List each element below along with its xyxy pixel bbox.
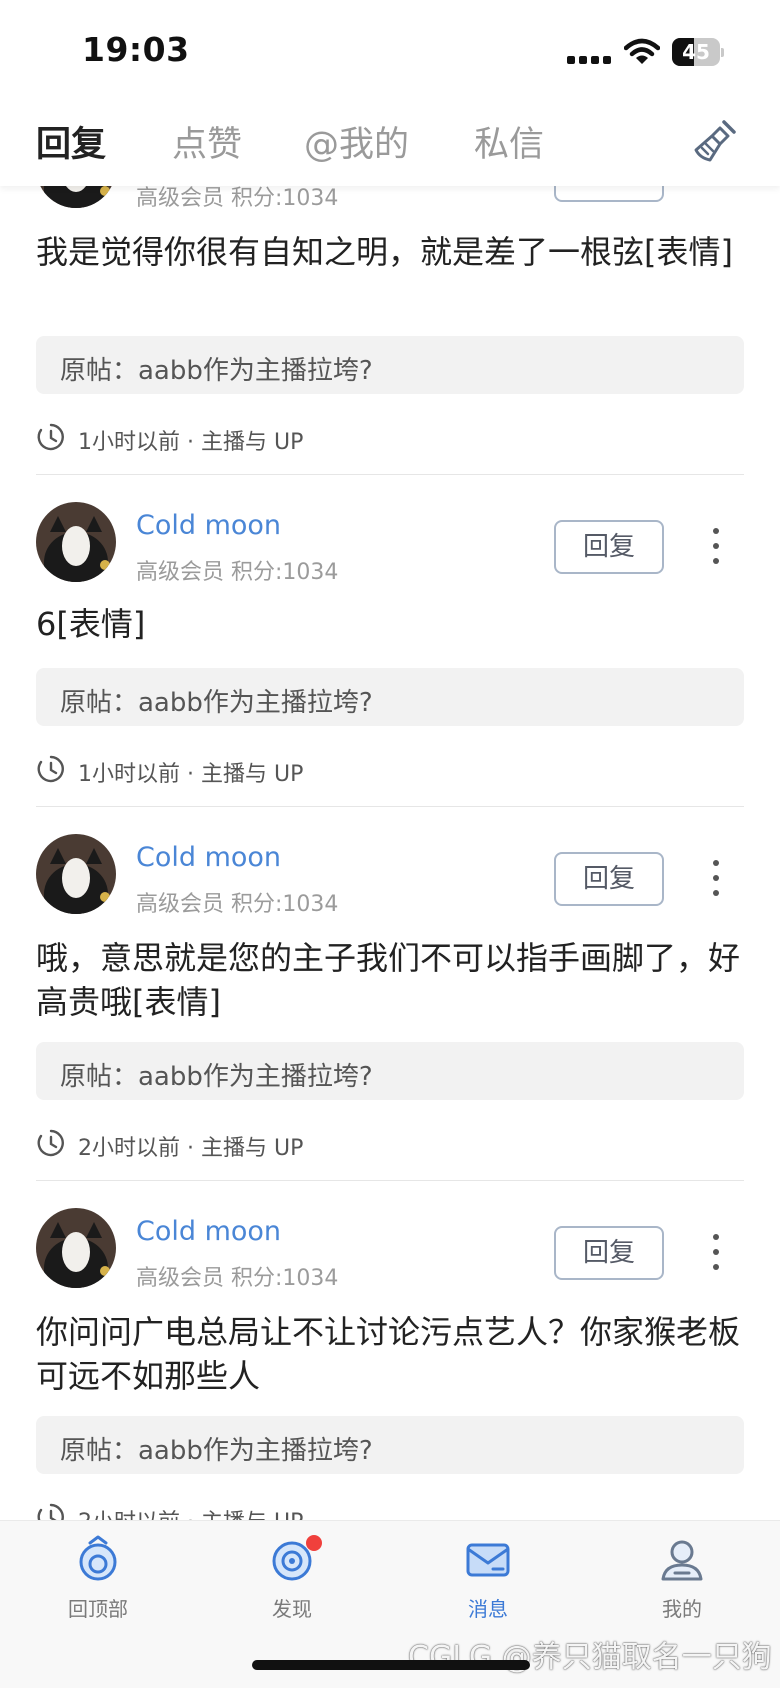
- status-bar: 19:03 45: [0, 0, 780, 100]
- nav-label: 我的: [662, 1597, 702, 1621]
- comment-text: 我是觉得你很有自知之明，就是差了一根弦[表情]: [36, 233, 733, 271]
- member-meta: 高级会员 积分:1034: [136, 560, 339, 585]
- reply-time: 2小时以前 · 主播与 UP: [78, 1504, 303, 1520]
- avatar[interactable]: [36, 834, 116, 914]
- original-post-title: 原帖：aabb作为主播拉垮?: [60, 1062, 373, 1092]
- nav-messages[interactable]: 消息: [428, 1535, 548, 1635]
- tab-replies[interactable]: 回复: [36, 116, 106, 167]
- home-indicator[interactable]: [252, 1660, 530, 1670]
- member-meta: 高级会员 积分:1034: [136, 1266, 339, 1291]
- original-post-title: 原帖：aabb作为主播拉垮?: [60, 356, 373, 386]
- nav-label: 消息: [468, 1597, 508, 1621]
- comment-text: 6[表情]: [36, 605, 146, 643]
- reply-list[interactable]: 高级会员 积分:1034 回复 我是觉得你很有自知之明，就是差了一根弦[表情] …: [0, 0, 780, 1520]
- avatar[interactable]: [36, 1208, 116, 1288]
- divider: [36, 1180, 744, 1181]
- original-post-link[interactable]: 原帖：aabb作为主播拉垮?: [36, 336, 744, 394]
- original-post-link[interactable]: 原帖：aabb作为主播拉垮?: [36, 1416, 744, 1474]
- comment-text: 你问问广电总局让不让讨论污点艺人？你家猴老板可远不如那些人: [36, 1313, 741, 1395]
- reply-item: Cold moon 高级会员 积分:1034 回复 6[表情] 原帖：aabb作…: [0, 476, 780, 808]
- reply-time: 1小时以前 · 主播与 UP: [78, 430, 304, 455]
- status-time: 19:03: [82, 30, 190, 69]
- divider: [36, 806, 744, 807]
- original-post-title: 原帖：aabb作为主播拉垮?: [60, 688, 373, 718]
- nav-label: 回顶部: [68, 1597, 128, 1621]
- message-tabs: 回复 点赞 @我的 私信: [0, 100, 780, 186]
- message-icon: [466, 1543, 510, 1577]
- reply-button[interactable]: 回复: [554, 852, 664, 906]
- cellular-signal-icon: [567, 50, 611, 64]
- username[interactable]: Cold moon: [136, 842, 281, 873]
- tab-likes[interactable]: 点赞: [172, 116, 242, 167]
- clock-icon: [37, 423, 64, 451]
- more-options-icon[interactable]: [704, 526, 728, 566]
- reply-button[interactable]: 回复: [554, 520, 664, 574]
- username[interactable]: Cold moon: [136, 1216, 281, 1247]
- more-options-icon[interactable]: [704, 1232, 728, 1272]
- clock-icon: [37, 1503, 64, 1520]
- notification-dot: [306, 1535, 322, 1551]
- nav-discover[interactable]: 发现: [232, 1535, 352, 1635]
- reply-time: 1小时以前 · 主播与 UP: [78, 762, 304, 787]
- tab-mentions[interactable]: @我的: [304, 116, 409, 167]
- divider: [36, 474, 744, 475]
- reply-button[interactable]: 回复: [554, 1226, 664, 1280]
- original-post-title: 原帖：aabb作为主播拉垮?: [60, 1436, 373, 1466]
- nav-label: 发现: [272, 1597, 312, 1621]
- broom-icon[interactable]: [690, 116, 740, 166]
- clock-icon: [37, 755, 64, 783]
- original-post-link[interactable]: 原帖：aabb作为主播拉垮?: [36, 1042, 744, 1100]
- reply-item: Cold moon 高级会员 积分:1034 回复 你问问广电总局让不让讨论污点…: [0, 1182, 780, 1520]
- profile-icon: [661, 1540, 703, 1581]
- tab-private-messages[interactable]: 私信: [474, 116, 544, 167]
- comment-text: 哦，意思就是您的主子我们不可以指手画脚了，好高贵哦[表情]: [36, 939, 741, 1021]
- clock-icon: [37, 1129, 64, 1157]
- reply-time: 2小时以前 · 主播与 UP: [78, 1136, 304, 1161]
- back-to-top-icon: [79, 1535, 117, 1581]
- battery-level: 45: [682, 40, 710, 64]
- battery-icon: 45: [672, 38, 724, 66]
- wifi-icon: [624, 38, 660, 64]
- avatar[interactable]: [36, 502, 116, 582]
- username[interactable]: Cold moon: [136, 510, 281, 541]
- nav-profile[interactable]: 我的: [622, 1535, 742, 1635]
- more-options-icon[interactable]: [704, 858, 728, 898]
- reply-item: Cold moon 高级会员 积分:1034 回复 哦，意思就是您的主子我们不可…: [0, 808, 780, 1182]
- original-post-link[interactable]: 原帖：aabb作为主播拉垮?: [36, 668, 744, 726]
- nav-back-to-top[interactable]: 回顶部: [38, 1535, 158, 1635]
- member-meta: 高级会员 积分:1034: [136, 892, 339, 917]
